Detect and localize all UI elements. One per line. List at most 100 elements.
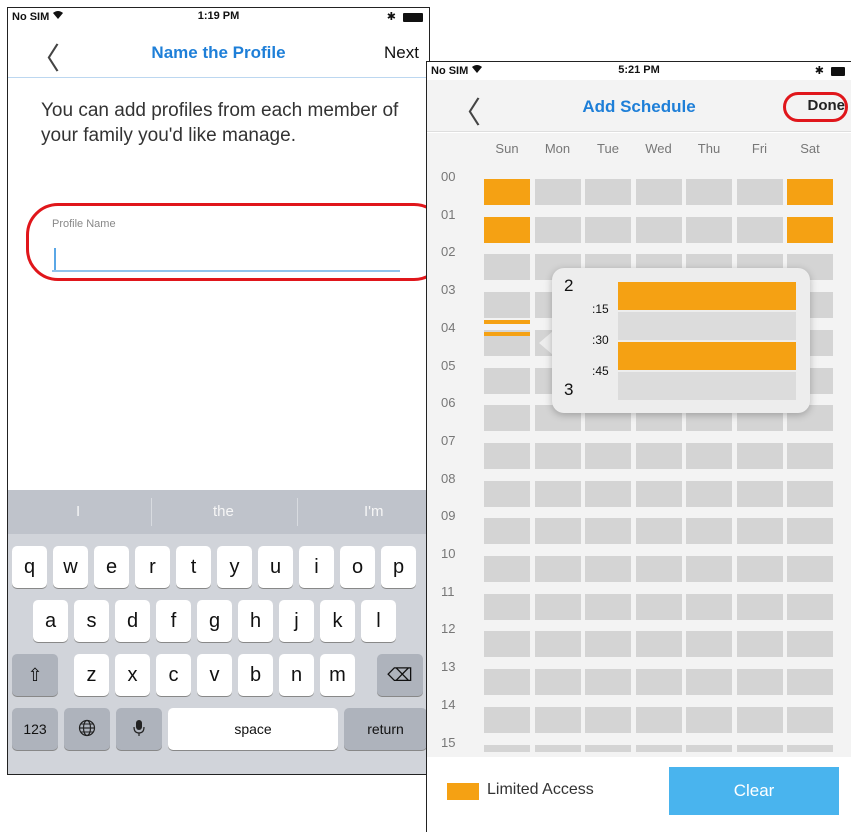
- schedule-cell[interactable]: [787, 442, 833, 469]
- key[interactable]: q: [12, 546, 47, 588]
- schedule-cell[interactable]: [686, 744, 732, 752]
- key[interactable]: a: [33, 600, 68, 642]
- space-key[interactable]: space: [168, 708, 338, 750]
- key[interactable]: m: [320, 654, 355, 696]
- key[interactable]: u: [258, 546, 293, 588]
- schedule-cell[interactable]: [585, 669, 631, 696]
- schedule-cell[interactable]: [686, 442, 732, 469]
- schedule-cell[interactable]: [635, 706, 682, 733]
- backspace-key[interactable]: ⌫: [377, 654, 423, 696]
- schedule-cell[interactable]: [787, 216, 833, 243]
- schedule-cell[interactable]: [736, 706, 783, 733]
- key[interactable]: s: [74, 600, 109, 642]
- schedule-cell[interactable]: [484, 593, 530, 620]
- schedule-cell[interactable]: [686, 216, 732, 243]
- schedule-cell[interactable]: [534, 216, 581, 243]
- schedule-cell[interactable]: [484, 706, 530, 733]
- key[interactable]: l: [361, 600, 396, 642]
- schedule-cell[interactable]: [534, 518, 581, 545]
- schedule-cell[interactable]: [635, 216, 682, 243]
- quarter-slot[interactable]: [618, 282, 796, 310]
- schedule-cell[interactable]: [686, 480, 732, 507]
- key[interactable]: r: [135, 546, 170, 588]
- key[interactable]: w: [53, 546, 88, 588]
- schedule-cell[interactable]: [585, 480, 631, 507]
- schedule-cell[interactable]: [484, 442, 530, 469]
- schedule-cell[interactable]: [484, 216, 530, 243]
- key[interactable]: e: [94, 546, 129, 588]
- schedule-cell[interactable]: [736, 744, 783, 752]
- key[interactable]: i: [299, 546, 334, 588]
- schedule-cell[interactable]: [787, 744, 833, 752]
- key[interactable]: f: [156, 600, 191, 642]
- schedule-cell[interactable]: [635, 442, 682, 469]
- key[interactable]: v: [197, 654, 232, 696]
- schedule-cell[interactable]: [736, 480, 783, 507]
- schedule-cell[interactable]: [585, 744, 631, 752]
- schedule-cell[interactable]: [635, 744, 682, 752]
- schedule-cell[interactable]: [736, 556, 783, 582]
- schedule-cell[interactable]: [534, 669, 581, 696]
- schedule-cell[interactable]: [787, 631, 833, 658]
- schedule-cell[interactable]: [736, 518, 783, 545]
- schedule-cell[interactable]: [635, 556, 682, 582]
- schedule-cell[interactable]: [585, 442, 631, 469]
- key[interactable]: z: [74, 654, 109, 696]
- key[interactable]: y: [217, 546, 252, 588]
- schedule-cell[interactable]: [585, 631, 631, 658]
- suggestion-item[interactable]: I: [76, 503, 80, 520]
- globe-key[interactable]: [64, 708, 110, 750]
- key[interactable]: x: [115, 654, 150, 696]
- schedule-cell[interactable]: [585, 556, 631, 582]
- quarter-slot[interactable]: [618, 342, 796, 370]
- shift-key[interactable]: ⇧: [12, 654, 58, 696]
- schedule-cell[interactable]: [686, 518, 732, 545]
- schedule-cell[interactable]: [484, 480, 530, 507]
- schedule-cell[interactable]: [635, 631, 682, 658]
- next-button[interactable]: Next: [384, 43, 419, 63]
- schedule-cell[interactable]: [585, 706, 631, 733]
- schedule-cell[interactable]: [686, 179, 732, 205]
- key[interactable]: j: [279, 600, 314, 642]
- schedule-cell[interactable]: [484, 405, 530, 432]
- schedule-cell[interactable]: [787, 556, 833, 582]
- schedule-cell[interactable]: [484, 744, 530, 752]
- schedule-cell[interactable]: [686, 706, 732, 733]
- schedule-cell[interactable]: [736, 631, 783, 658]
- schedule-cell[interactable]: [635, 518, 682, 545]
- schedule-cell[interactable]: [534, 706, 581, 733]
- schedule-cell[interactable]: [635, 179, 682, 205]
- schedule-cell[interactable]: [484, 556, 530, 582]
- key[interactable]: p: [381, 546, 416, 588]
- quarter-slot[interactable]: [618, 372, 796, 400]
- schedule-cell[interactable]: [686, 669, 732, 696]
- schedule-cell[interactable]: [534, 593, 581, 620]
- schedule-cell[interactable]: [736, 179, 783, 205]
- quarter-slot[interactable]: [618, 312, 796, 340]
- schedule-cell[interactable]: [534, 442, 581, 469]
- schedule-cell[interactable]: [585, 216, 631, 243]
- schedule-cell[interactable]: [736, 669, 783, 696]
- schedule-cell[interactable]: [534, 480, 581, 507]
- schedule-cell[interactable]: [635, 593, 682, 620]
- schedule-cell[interactable]: [686, 593, 732, 620]
- schedule-cell[interactable]: [534, 631, 581, 658]
- dictation-key[interactable]: [116, 708, 162, 750]
- schedule-cell[interactable]: [787, 669, 833, 696]
- schedule-cell[interactable]: [585, 179, 631, 205]
- schedule-cell[interactable]: [585, 593, 631, 620]
- key[interactable]: c: [156, 654, 191, 696]
- schedule-cell[interactable]: [484, 254, 530, 281]
- key[interactable]: n: [279, 654, 314, 696]
- clear-button[interactable]: Clear: [669, 767, 839, 815]
- suggestion-item[interactable]: I'm: [364, 503, 384, 520]
- schedule-cell[interactable]: [534, 556, 581, 582]
- schedule-cell[interactable]: [484, 669, 530, 696]
- schedule-cell[interactable]: [484, 179, 530, 205]
- key[interactable]: t: [176, 546, 211, 588]
- schedule-cell[interactable]: [635, 480, 682, 507]
- schedule-cell[interactable]: [484, 292, 530, 319]
- schedule-cell[interactable]: [635, 669, 682, 696]
- schedule-cell[interactable]: [534, 744, 581, 752]
- schedule-cell[interactable]: [484, 367, 530, 394]
